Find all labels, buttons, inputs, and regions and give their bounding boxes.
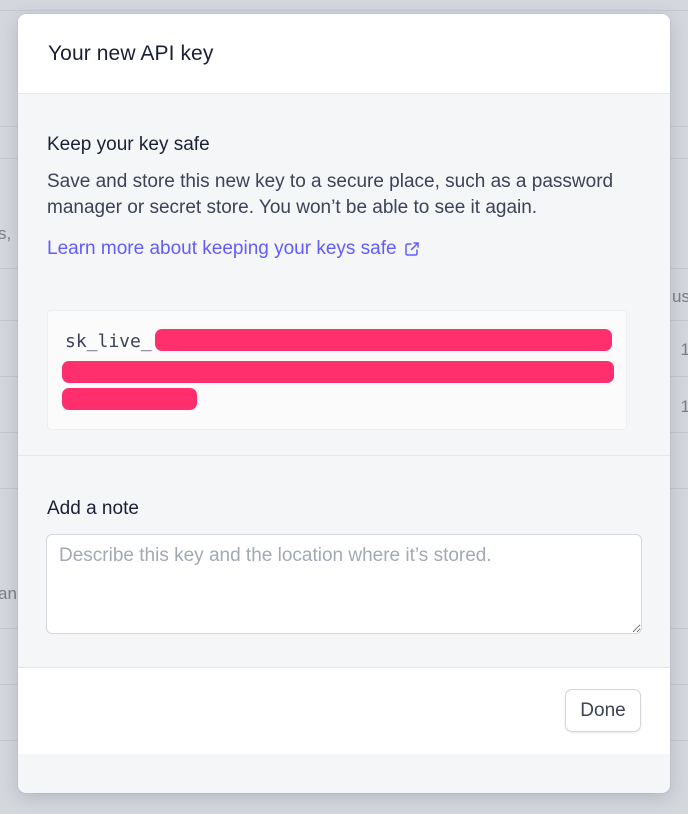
api-key-modal: Your new API key Keep your key safe Save… <box>18 14 670 793</box>
external-link-icon <box>404 242 419 256</box>
modal-header: Your new API key <box>18 14 670 94</box>
redacted-key-segment <box>62 388 197 410</box>
section-heading: Keep your key safe <box>47 134 210 155</box>
background-text-fragment: 1 <box>680 397 688 416</box>
modal-title: Your new API key <box>48 41 214 65</box>
redacted-key-segment <box>62 361 614 383</box>
note-textarea[interactable] <box>46 534 642 634</box>
background-text-fragment: an <box>0 584 17 603</box>
modal-footer: Done <box>18 668 670 754</box>
background-row-divider <box>0 10 688 11</box>
background-text-fragment: s, <box>0 224 12 243</box>
done-button[interactable]: Done <box>565 689 641 732</box>
background-text-fragment: us <box>672 287 688 306</box>
section-description: Save and store this new key to a secure … <box>47 171 614 218</box>
background-text-fragment: 1 <box>680 340 688 359</box>
secret-key-prefix: sk_live_ <box>65 331 152 352</box>
learn-more-link-label: Learn more about keeping your keys safe <box>47 238 397 259</box>
redacted-key-segment <box>155 329 612 351</box>
note-label: Add a note <box>47 498 139 519</box>
keep-key-safe-section: Keep your key safe Save and store this n… <box>18 94 670 456</box>
secret-key-display[interactable]: sk_live_ <box>47 310 627 430</box>
add-note-section: Add a note <box>18 456 670 668</box>
learn-more-link[interactable]: Learn more about keeping your keys safe <box>47 238 420 260</box>
